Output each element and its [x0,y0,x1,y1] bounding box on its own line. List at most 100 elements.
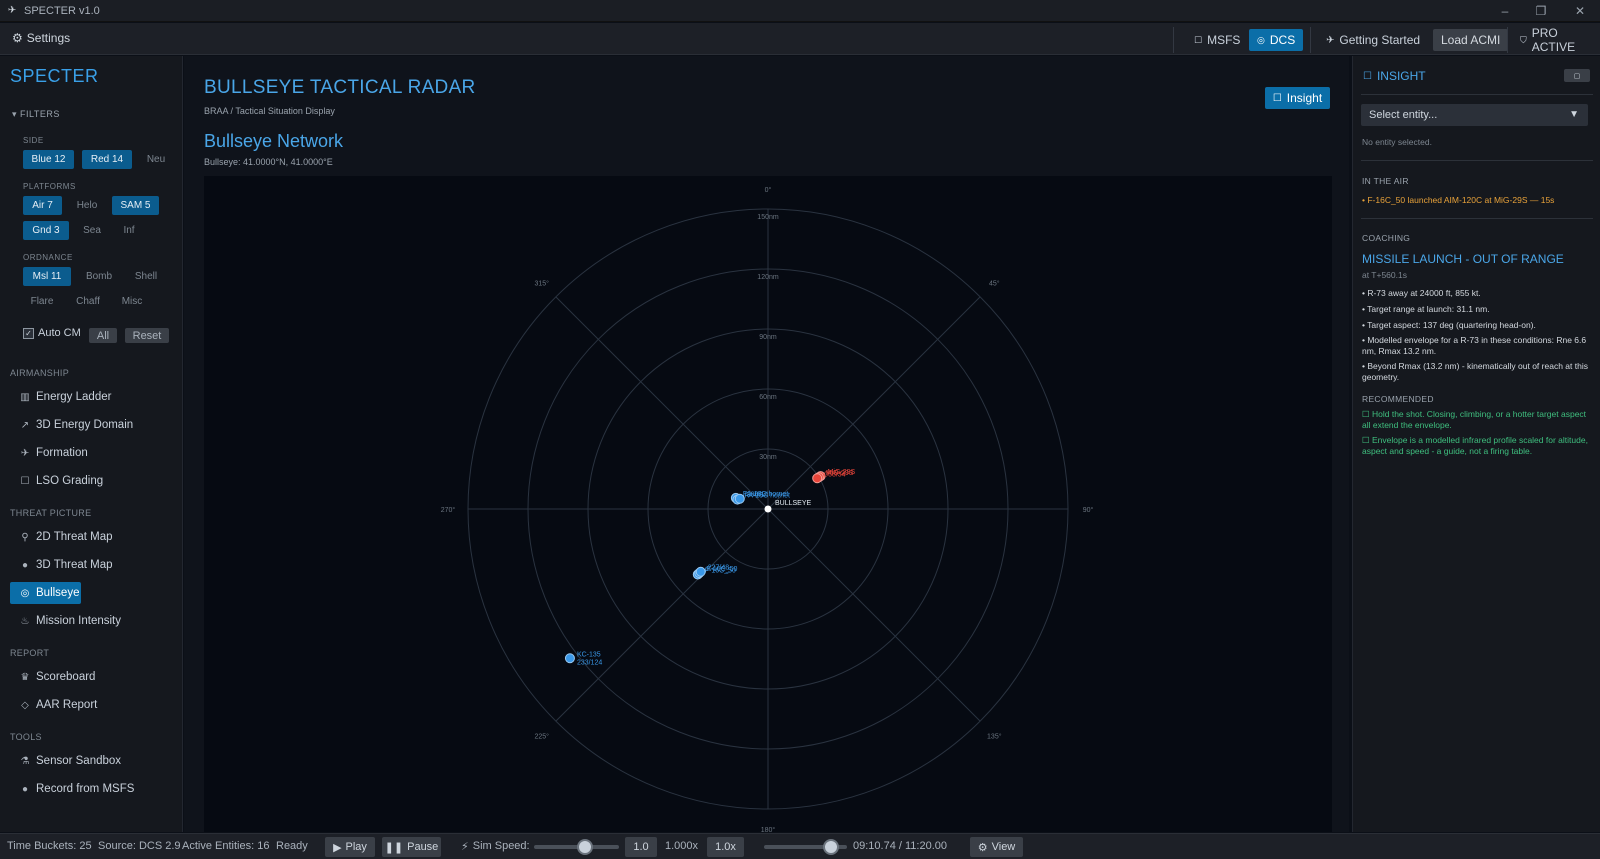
filter-platform-helo[interactable]: Helo [70,196,104,215]
status-ready: Ready [276,840,308,852]
play-button[interactable]: ▶ Play [325,837,375,857]
sim-dcs-button[interactable]: ◎ DCS [1249,29,1304,51]
nav-bullseye[interactable]: ◎ Bullseye [10,582,81,604]
filter-side-red[interactable]: Red 14 [82,150,132,169]
contact-label: KC-135 [577,651,601,658]
settings-button[interactable]: ⚙ Settings [12,31,70,45]
close-window-button[interactable]: ✕ [1562,0,1598,22]
bearing-label: 0° [765,186,772,194]
filter-reset-button[interactable]: Reset [125,328,169,343]
ordnance-label: ORDNANCE [23,253,73,262]
bearing-label: 135° [987,732,1002,740]
bearing-label: 45° [989,280,1000,288]
nav-3d-energy-domain[interactable]: ↗ 3D Energy Domain [10,414,170,436]
filters-toggle[interactable]: ▾ FILTERS [12,109,60,120]
nav-label: 3D Energy Domain [36,419,134,431]
brand-title: SPECTER [10,66,99,86]
sim-msfs-button[interactable]: ☐ MSFS [1186,29,1248,51]
coaching-bullet: • Target range at launch: 31.1 nm. [1362,304,1490,314]
filter-platform-inf[interactable]: Inf [115,221,143,240]
filter-ordnance-chaff[interactable]: Chaff [69,292,107,311]
nav-mission-intensity[interactable]: ♨ Mission Intensity [10,610,170,632]
filter-platform-sam[interactable]: SAM 5 [112,196,159,215]
sim-speed-value[interactable]: 1.0 [625,837,657,857]
sim-speed-slider-handle[interactable] [577,839,593,855]
filter-platform-gnd[interactable]: Gnd 3 [23,221,69,240]
divider [1361,160,1593,161]
coaching-bullet: • Target aspect: 137 deg (quartering hea… [1362,320,1536,330]
radar-scope[interactable]: 30nm 60nm 90nm 120nm 150nm 0° 45° 90° 135° 180° 22… [204,176,1332,832]
filter-side-neutral[interactable]: Neu [140,150,172,169]
auto-cm-row[interactable]: ✓ Auto CM [23,327,81,339]
load-acmi-button[interactable]: Load ACMI [1433,29,1509,51]
nav-aar-report[interactable]: ◇ AAR Report [10,694,170,716]
bullseye-marker [764,505,772,513]
blue-contact[interactable] [564,653,575,664]
section-threat-picture: THREAT PICTURE [10,508,92,518]
sim-speed-label-group: ⚡ Sim Speed: [461,840,530,853]
nav-lso-grading[interactable]: ☐ LSO Grading [10,470,170,492]
nav-energy-ladder[interactable]: ▥ Energy Ladder [10,386,170,408]
section-report: REPORT [10,648,50,658]
contact-label: 290/14 [747,492,769,499]
range-ring-label: 120nm [757,274,779,281]
pause-button[interactable]: ❚❚ Pause [382,837,441,857]
insight-collapse-button[interactable]: ▢ [1564,69,1590,82]
insight-toggle-button[interactable]: ☐ Insight [1265,87,1330,109]
nav-label: LSO Grading [36,475,104,487]
nav-label: Scoreboard [36,671,96,683]
plane-icon: ✈ [1326,34,1335,46]
restore-button[interactable]: ❐ [1523,0,1559,22]
filter-platform-sea[interactable]: Sea [77,221,107,240]
gear-icon: ⚙ [12,31,23,45]
map-pin-icon: ⚲ [21,531,29,543]
nav-3d-threat-map[interactable]: ● 3D Threat Map [10,554,170,576]
pro-active-button[interactable]: ⛉ PRO ACTIVE [1512,26,1600,54]
nav-formation[interactable]: ✈ Formation [10,442,170,464]
square-icon: ☐ [20,475,30,487]
filter-ordnance-misc[interactable]: Misc [115,292,149,311]
nav-2d-threat-map[interactable]: ⚲ 2D Threat Map [10,526,170,548]
shield-icon: ⛉ [1520,34,1527,45]
square-icon: ☐ [1362,435,1370,445]
coaching-header: COACHING [1362,233,1411,243]
timeline-slider-handle[interactable] [823,839,840,855]
filter-side-blue[interactable]: Blue 12 [23,150,74,169]
bullseye-coordinates: Bullseye: 41.0000°N, 41.0000°E [204,157,333,167]
red-contact[interactable] [812,473,823,484]
settings-label: Settings [26,31,71,45]
auto-cm-checkbox[interactable]: ✓ [23,327,34,339]
filter-all-button[interactable]: All [89,328,117,343]
nav-label: Sensor Sandbox [36,755,122,767]
pro-active-label: PRO ACTIVE [1531,26,1576,54]
bullseye-radar-display[interactable]: 30nm 60nm 90nm 120nm 150nm 0° 45° 90° 135° 180° 22… [204,176,1332,832]
load-acmi-label: Load ACMI [1441,33,1501,47]
getting-started-button[interactable]: ✈ Getting Started [1318,29,1428,51]
sim-speed-multiplier: 1.000x [665,840,699,852]
page-subtitle: BRAA / Tactical Situation Display [204,106,335,116]
sensor-icon: ⚗ [20,755,30,767]
view-button[interactable]: ⚙ View [970,837,1023,857]
nav-record-msfs[interactable]: ● Record from MSFS [10,778,170,800]
nav-sensor-sandbox[interactable]: ⚗ Sensor Sandbox [10,750,170,772]
insight-title: INSIGHT [1376,69,1426,83]
nav-label: AAR Report [36,699,98,711]
blue-contact[interactable] [695,566,706,577]
filter-ordnance-msl[interactable]: Msl 11 [23,267,71,286]
nav-scoreboard[interactable]: ♛ Scoreboard [10,666,170,688]
minimize-button[interactable]: – [1487,0,1523,22]
trophy-icon: ♛ [20,671,30,683]
blue-contact[interactable] [734,493,745,504]
filter-ordnance-flare[interactable]: Flare [23,292,61,311]
globe-icon: ● [21,559,29,571]
view-label: View [991,841,1016,853]
contact-label: 058/34 [824,471,846,478]
speed-preset-button[interactable]: 1.0x [707,837,744,857]
page-title: BULLSEYE TACTICAL RADAR [204,77,476,98]
filter-ordnance-bomb[interactable]: Bomb [79,267,119,286]
bearing-label: 315° [534,280,549,288]
entity-select[interactable]: Select entity... ▼ [1361,104,1588,126]
filter-platform-air[interactable]: Air 7 [23,196,62,215]
filter-ordnance-shell[interactable]: Shell [127,267,165,286]
recommended-header: RECOMMENDED [1362,394,1434,404]
